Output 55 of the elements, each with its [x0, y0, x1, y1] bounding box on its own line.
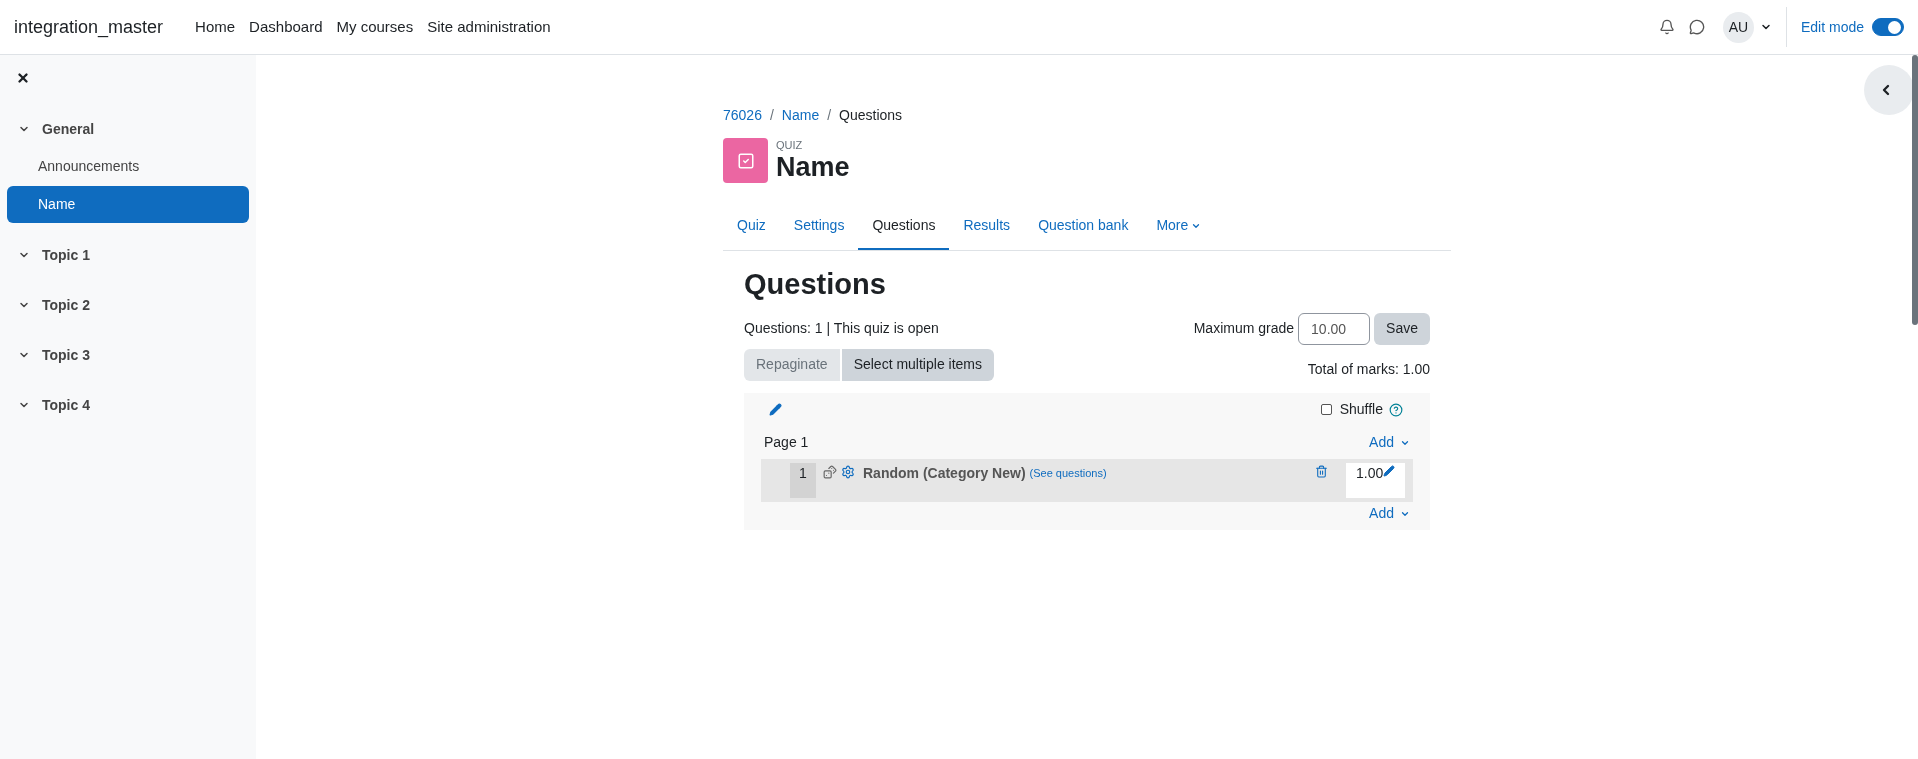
breadcrumb-item: Questions	[839, 106, 903, 125]
breadcrumb-separator: /	[769, 106, 774, 125]
activity-link[interactable]: Name	[7, 186, 249, 223]
section-title[interactable]: Topic 4	[42, 394, 90, 416]
notifications-icon[interactable]	[1658, 19, 1675, 35]
section-title[interactable]: Topic 1	[42, 244, 90, 266]
help-icon[interactable]	[1389, 402, 1403, 417]
breadcrumb-item[interactable]: 76026	[723, 105, 762, 126]
gear-icon[interactable]	[841, 464, 855, 479]
activity-link[interactable]: Announcements	[7, 148, 249, 185]
max-grade-field[interactable]: 10.00	[1298, 312, 1371, 345]
page-title: Name	[776, 151, 850, 183]
nav-tab[interactable]: Settings	[779, 203, 859, 250]
nav-link[interactable]: Home	[195, 15, 236, 39]
quiz-status: Questions: 1 | This quiz is open	[744, 319, 939, 338]
nav-tab[interactable]: Quiz	[723, 203, 780, 250]
edit-icon[interactable]	[769, 403, 782, 416]
nav-link[interactable]: My courses	[336, 15, 414, 39]
question-name: Random (Category New)	[863, 463, 1026, 483]
breadcrumb-separator: /	[827, 106, 832, 125]
max-grade-label: Maximum grade	[1193, 319, 1295, 338]
nav-tab[interactable]: Questions	[858, 203, 950, 250]
page-title: Page 1	[764, 433, 809, 452]
save-button[interactable]: Save	[1374, 312, 1430, 345]
messages-icon[interactable]	[1688, 19, 1705, 35]
question-number: 1	[790, 462, 816, 498]
add-menu-button[interactable]: Add	[1369, 503, 1410, 524]
toolbar-button[interactable]: Select multiple items	[841, 348, 994, 381]
see-questions-link[interactable]: (See questions)	[1029, 464, 1107, 481]
edit-mode-switch[interactable]	[1872, 18, 1904, 36]
checkbox-icon	[736, 151, 755, 170]
mark-field[interactable]: 1.00	[1346, 462, 1405, 498]
total-marks: Total of marks: 1.00	[1307, 360, 1430, 379]
activity-type-label: QUIZ	[776, 138, 804, 151]
section-heading: Questions	[744, 267, 887, 302]
shuffle-label: Shuffle	[1339, 400, 1383, 419]
section-title[interactable]: Topic 3	[42, 344, 90, 366]
section-title[interactable]: General	[42, 118, 95, 140]
user-avatar[interactable]: AU	[1722, 11, 1754, 43]
site-name[interactable]: integration_master	[14, 13, 164, 41]
edit-icon[interactable]	[1383, 464, 1396, 477]
breadcrumb-item[interactable]: Name	[781, 105, 820, 126]
close-icon[interactable]	[16, 71, 30, 85]
drawer-toggle-button[interactable]	[1864, 65, 1914, 115]
nav-link[interactable]: Site administration	[427, 15, 551, 39]
add-menu-button[interactable]: Add	[1369, 432, 1410, 453]
edit-mode-label: Edit mode	[1800, 17, 1864, 37]
section-title[interactable]: Topic 2	[42, 294, 90, 316]
delete-icon[interactable]	[1315, 464, 1328, 478]
dice-icon	[823, 464, 837, 479]
nav-link[interactable]: Dashboard	[249, 15, 323, 39]
shuffle-checkbox[interactable]	[1320, 404, 1332, 415]
nav-tab[interactable]: More	[1142, 203, 1216, 250]
nav-tab[interactable]: Question bank	[1024, 203, 1143, 250]
nav-tab[interactable]: Results	[949, 203, 1025, 250]
